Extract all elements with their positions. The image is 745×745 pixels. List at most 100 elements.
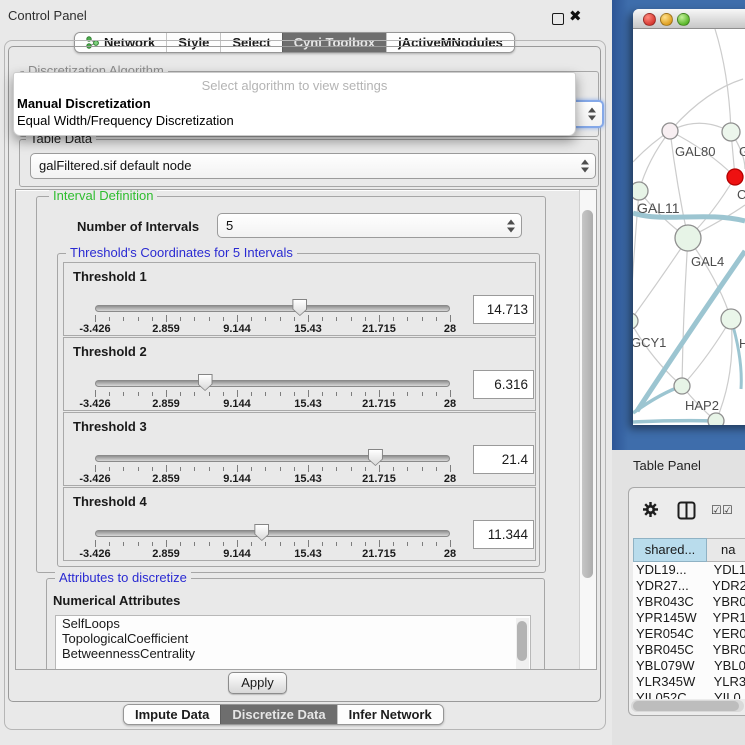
zoom-traffic-light-icon[interactable] [677, 13, 690, 26]
threshold-slider[interactable]: -3.4262.8599.14415.4321.71528 [95, 451, 450, 485]
column-header-name[interactable]: na [707, 538, 745, 562]
network-node[interactable] [721, 309, 741, 329]
slider-scale-labels: -3.4262.8599.14415.4321.71528 [95, 323, 450, 335]
table-row[interactable]: YDL19...YDL1 [633, 562, 745, 578]
tab-discretize-data[interactable]: Discretize Data [220, 705, 336, 724]
table-cell[interactable]: YDL1 [710, 562, 745, 578]
thresholds-group: Threshold's Coordinates for 5 Intervals … [57, 253, 540, 567]
threshold-value-field[interactable]: 21.4 [473, 445, 534, 474]
table-data-combobox[interactable]: galFiltered.sif default node [30, 153, 596, 179]
vertical-scrollbar[interactable] [579, 190, 596, 669]
scrollbar-thumb[interactable] [582, 210, 593, 578]
slider-thumb[interactable] [292, 299, 307, 316]
table-row[interactable]: YBR043CYBR0 [633, 594, 745, 610]
network-edge[interactable] [682, 238, 688, 386]
slider-thumb[interactable] [368, 449, 383, 466]
threshold-value-field[interactable]: 14.713 [473, 295, 534, 324]
table-row[interactable]: YPR145WYPR1 [633, 610, 745, 626]
tab-infer-network[interactable]: Infer Network [337, 705, 443, 724]
close-icon[interactable]: ✖ [569, 7, 582, 25]
network-view-window[interactable]: GAL80GCGAL11GAL4GCY1HHAP2 [633, 9, 745, 425]
network-node[interactable] [708, 413, 724, 425]
table-cell[interactable]: YBR045C [633, 642, 709, 658]
threshold-slider[interactable]: -3.4262.8599.14415.4321.71528 [95, 376, 450, 410]
threshold-value-field[interactable]: 6.316 [473, 370, 534, 399]
list-item[interactable]: SelfLoops [56, 616, 530, 631]
network-node[interactable] [633, 182, 648, 200]
table-row[interactable]: YBL079WYBL0 [633, 658, 745, 674]
table-row[interactable]: YER054CYER0 [633, 626, 745, 642]
threshold-value-field[interactable]: 11.344 [473, 520, 534, 549]
horizontal-scrollbar[interactable] [631, 700, 744, 712]
table-row[interactable]: YLR345WYLR3 [633, 674, 745, 690]
checkbox-icon[interactable]: ☑ [711, 503, 722, 517]
column-header-shared-name[interactable]: shared... [633, 538, 707, 562]
popup-option-equal-width-frequency[interactable]: Equal Width/Frequency Discretization [14, 112, 575, 129]
network-node[interactable] [633, 313, 638, 329]
network-node[interactable] [722, 123, 740, 141]
table-row[interactable]: YIL052CYIL0 [633, 690, 745, 699]
window-titlebar[interactable] [633, 9, 745, 29]
scrollbar-thumb[interactable] [633, 701, 739, 711]
table-cell[interactable]: YPR1 [709, 610, 745, 626]
slider-ticks [95, 390, 450, 398]
network-edge[interactable] [639, 131, 670, 191]
table-cell[interactable]: YBR0 [709, 594, 745, 610]
minimize-traffic-light-icon[interactable] [660, 13, 673, 26]
table-row[interactable]: YDR27...YDR2 [633, 578, 745, 594]
table-cell[interactable]: YDR27... [633, 578, 708, 594]
table-row[interactable]: YBR045CYBR0 [633, 642, 745, 658]
tab-impute-data[interactable]: Impute Data [124, 705, 220, 724]
table-cell[interactable]: YER054C [633, 626, 709, 642]
slider-thumb[interactable] [198, 374, 213, 391]
node-label: G [739, 144, 745, 159]
network-node[interactable] [674, 378, 690, 394]
table-cell[interactable]: YPR145W [633, 610, 709, 626]
network-node[interactable] [675, 225, 701, 251]
list-scrollbar[interactable] [516, 618, 529, 670]
threshold-slider[interactable]: -3.4262.8599.14415.4321.71528 [95, 301, 450, 335]
group-title: Interval Definition [49, 189, 157, 203]
table-cell[interactable]: YBR0 [709, 642, 745, 658]
number-of-intervals-combobox[interactable]: 5 [217, 213, 522, 238]
table-cell[interactable]: YBR043C [633, 594, 709, 610]
table-cell[interactable]: YLR345W [633, 674, 710, 690]
list-item[interactable]: TopologicalCoefficient [56, 631, 530, 646]
apply-button[interactable]: Apply [228, 672, 287, 694]
node-label: GCY1 [633, 335, 666, 350]
split-columns-icon[interactable] [677, 501, 696, 520]
gear-icon[interactable] [642, 501, 659, 518]
table-cell[interactable]: YLR3 [710, 674, 745, 690]
table-cell[interactable]: YBL0 [710, 658, 745, 674]
tab-label: Discretize Data [232, 705, 325, 724]
close-traffic-light-icon[interactable] [643, 13, 656, 26]
network-canvas-svg[interactable]: GAL80GCGAL11GAL4GCY1HHAP2 [633, 29, 745, 425]
slider-track[interactable] [95, 305, 450, 312]
node-label: GAL4 [691, 254, 724, 269]
slider-thumb[interactable] [254, 524, 269, 541]
popup-option-manual-discretization[interactable]: Manual Discretization [14, 95, 575, 112]
table-cell[interactable]: YER0 [709, 626, 745, 642]
checkbox-icon[interactable]: ☑ [722, 503, 733, 517]
table-cell[interactable]: YDR2 [708, 578, 745, 594]
table-cell[interactable]: YBL079W [633, 658, 710, 674]
table-cell[interactable]: YDL19... [633, 562, 710, 578]
network-edge[interactable] [633, 238, 688, 321]
float-panel-icon[interactable] [552, 13, 564, 25]
network-node[interactable] [662, 123, 678, 139]
network-edge[interactable] [637, 251, 745, 411]
threshold-slider[interactable]: -3.4262.8599.14415.4321.71528 [95, 526, 450, 560]
number-of-intervals-label: Number of Intervals [77, 219, 199, 234]
list-item[interactable]: BetweennessCentrality [56, 646, 530, 661]
slider-track[interactable] [95, 455, 450, 462]
network-edge[interactable] [633, 421, 716, 422]
network-node[interactable] [727, 169, 743, 185]
numerical-attributes-list: SelfLoopsTopologicalCoefficientBetweenne… [55, 615, 531, 670]
scrollbar-thumb[interactable] [517, 621, 527, 661]
node-table-card: ☑ ☑ shared... na YDL19...YDL1YDR27...YDR… [628, 487, 745, 716]
slider-track[interactable] [95, 530, 450, 537]
table-cell[interactable]: YIL052C [633, 690, 710, 699]
slider-track[interactable] [95, 380, 450, 387]
table-cell[interactable]: YIL0 [710, 690, 741, 699]
network-edge[interactable] [715, 29, 731, 132]
